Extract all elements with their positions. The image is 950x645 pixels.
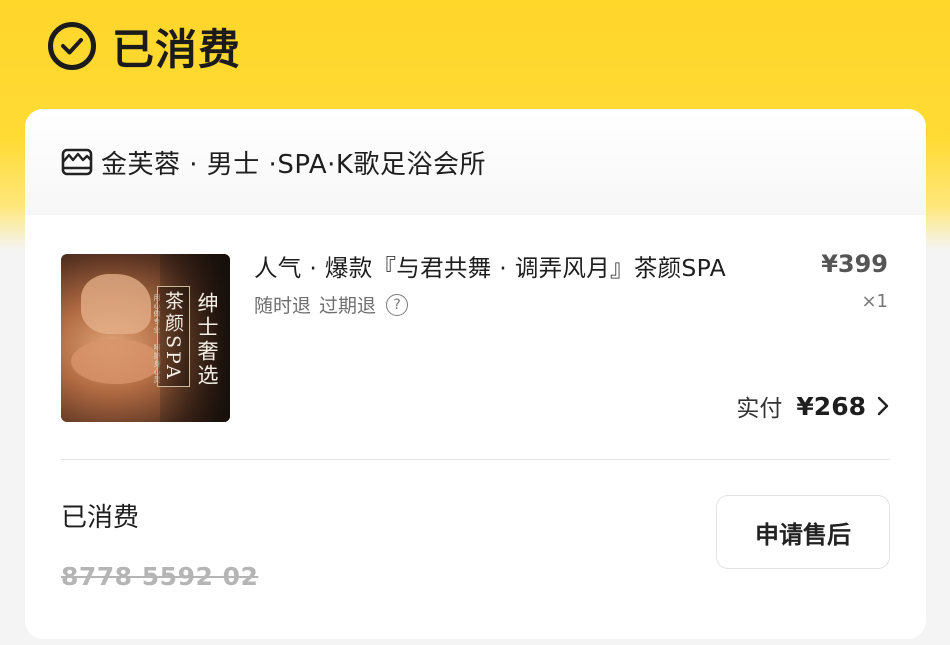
check-circle-icon (48, 22, 96, 70)
chevron-right-icon (877, 396, 889, 416)
thumbnail-badge: 茶颜SPA (157, 286, 190, 387)
store-name: 金芙蓉 · 男士 ·SPA·K歌足浴会所 (101, 149, 486, 180)
refund-tags: 随时退 过期退 ? (254, 291, 409, 318)
product-title[interactable]: 人气 · 爆款『与君共舞 · 调弄风月』茶颜SPA (254, 249, 726, 283)
store-icon (61, 148, 93, 176)
unit-price: ¥399 (821, 250, 888, 278)
tag-anytime-refund: 随时退 (254, 295, 312, 317)
coupon-code: 8778 5592 02 (61, 562, 259, 591)
product-thumbnail[interactable]: 用心做专业 · 呵护身心灵 茶颜SPA 绅士奢选 (61, 254, 230, 422)
tag-expired-refund: 过期退 (319, 295, 377, 317)
paid-amount-row[interactable]: 实付 ¥268 (736, 389, 890, 423)
page-title: 已消费 (112, 24, 242, 74)
thumbnail-title: 绅士奢选 (195, 292, 219, 388)
coupon-status: 已消费 (61, 503, 140, 533)
status-header: 已消费 (48, 18, 241, 74)
paid-label: 实付 (736, 396, 783, 422)
help-icon[interactable]: ? (386, 293, 409, 316)
store-bar[interactable]: 金芙蓉 · 男士 ·SPA·K歌足浴会所 (25, 109, 926, 215)
divider (61, 459, 890, 460)
quantity: ×1 (861, 291, 888, 312)
order-card: 金芙蓉 · 男士 ·SPA·K歌足浴会所 用心做专业 · 呵护身心灵 茶颜SPA… (25, 109, 926, 639)
after-sale-button[interactable]: 申请售后 (716, 495, 890, 569)
paid-amount: ¥268 (796, 391, 866, 421)
